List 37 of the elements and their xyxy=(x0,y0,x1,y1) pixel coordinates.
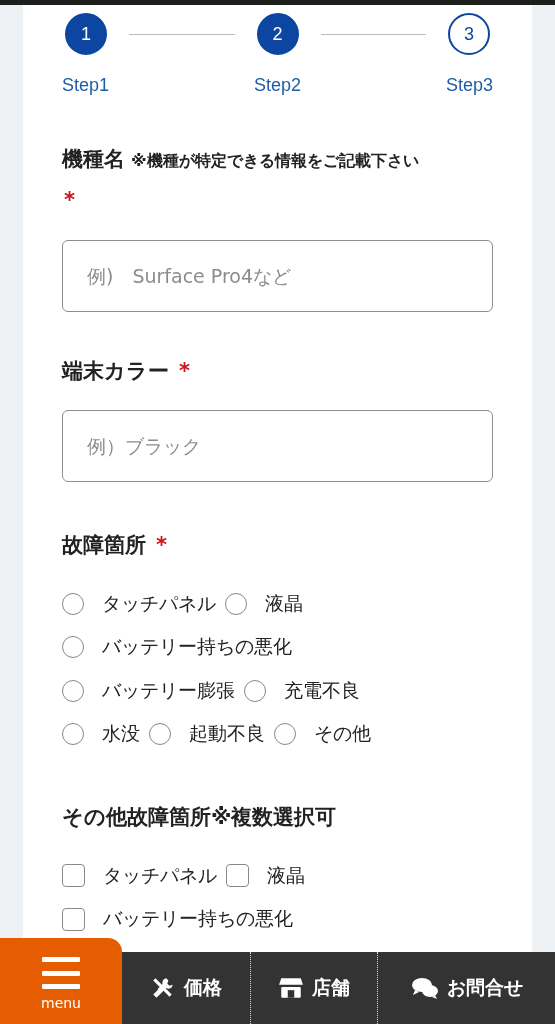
chat-icon xyxy=(410,976,439,1000)
option-label: 起動不良 xyxy=(189,721,265,747)
option-label: 充電不良 xyxy=(284,677,360,703)
required-mark: * xyxy=(64,187,76,214)
option-label: タッチパネル xyxy=(102,590,216,616)
step-label: Step3 xyxy=(445,75,493,96)
required-mark: * xyxy=(156,533,167,557)
option-label: バッテリー膨張 xyxy=(102,677,235,703)
checkbox[interactable] xyxy=(226,864,249,888)
option-label: 水没 xyxy=(102,721,140,747)
field-label: 故障箇所 xyxy=(62,533,146,557)
option-label: タッチパネル xyxy=(103,862,217,888)
required-mark: * xyxy=(179,359,190,383)
text-input[interactable]: 例）ブラック xyxy=(62,410,493,482)
step-label: Step2 xyxy=(253,75,301,96)
field-label: 機種名 xyxy=(62,147,125,171)
text-input[interactable]: 例) Surface Pro4など xyxy=(62,240,493,312)
nav-link[interactable]: お問合せ xyxy=(377,952,555,1024)
option-label: バッテリー持ちの悪化 xyxy=(103,906,293,932)
step-number: 1 xyxy=(65,13,107,55)
field-label: その他故障箇所※複数選択可 xyxy=(62,805,337,829)
checkbox[interactable] xyxy=(62,864,85,888)
menu-button[interactable]: menu xyxy=(0,938,122,1024)
step-number: 2 xyxy=(256,13,299,55)
field-label: 端末カラー xyxy=(62,359,169,383)
checkbox[interactable] xyxy=(62,907,85,931)
shop-icon xyxy=(278,976,304,1000)
option-label: 液晶 xyxy=(267,862,305,888)
step-number: 3 xyxy=(448,13,490,55)
option-label: バッテリー持ちの悪化 xyxy=(102,634,292,660)
field-note: ※機種が特定できる情報をご記載下さい xyxy=(131,151,419,170)
nav-link[interactable]: 店舗 xyxy=(250,952,377,1024)
menu-icon xyxy=(42,957,80,989)
option-label: 液晶 xyxy=(265,590,303,616)
step-label: Step1 xyxy=(62,75,110,96)
nav-link[interactable]: 価格 xyxy=(122,952,250,1024)
option-label: その他 xyxy=(314,721,371,747)
